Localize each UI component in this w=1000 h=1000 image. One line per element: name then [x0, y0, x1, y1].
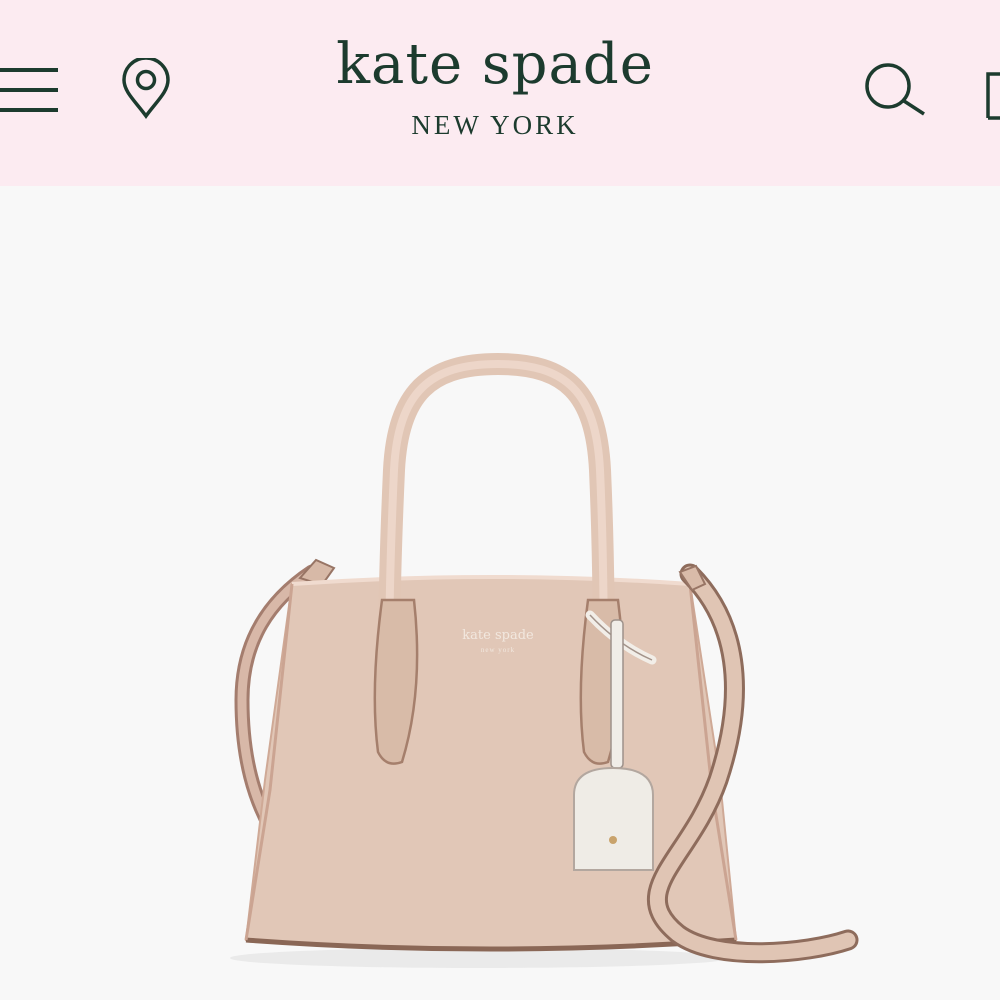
brand-name: kate spade	[336, 32, 654, 97]
shopping-bag-icon[interactable]	[982, 66, 1000, 122]
search-icon[interactable]	[860, 60, 932, 120]
brand-tagline: NEW YORK	[411, 110, 579, 140]
location-pin-icon[interactable]	[118, 58, 174, 120]
tag-strap	[610, 619, 624, 769]
menu-icon[interactable]	[0, 64, 62, 116]
tag-spade-logo	[609, 836, 617, 844]
product-image: kate spade new york	[0, 186, 1000, 1000]
embossed-brand-mark: kate spade	[462, 628, 534, 643]
luggage-tag	[573, 766, 654, 871]
embossed-brand-sub: new york	[481, 646, 515, 654]
handbag-illustration: kate spade new york	[230, 352, 859, 968]
page: kate spade NEW YORK kate spade new york	[0, 0, 1000, 1000]
brand-logo-link[interactable]: kate spade NEW YORK	[300, 30, 690, 141]
site-header: kate spade NEW YORK	[0, 0, 1000, 186]
